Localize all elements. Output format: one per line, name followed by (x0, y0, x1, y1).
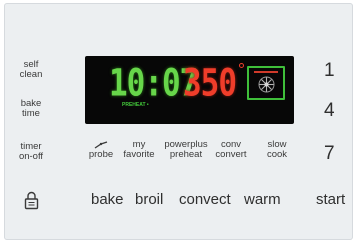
slow-cook-button[interactable]: slow cook (259, 140, 295, 160)
degree-symbol (239, 63, 244, 68)
probe-button[interactable]: probe (84, 150, 118, 160)
broil-button[interactable]: broil (135, 191, 163, 208)
self-clean-label-2: clean (19, 69, 43, 80)
key-7[interactable]: 7 (324, 143, 335, 165)
my-favorite-button[interactable]: my favorite (119, 140, 159, 160)
oven-display: 10:07 350 PREHEAT • (85, 56, 294, 124)
convect-button[interactable]: convect (179, 191, 231, 208)
slow-cook-label-2: cook (266, 149, 288, 160)
key-1[interactable]: 1 (324, 60, 335, 82)
conv-convert-label-2: convert (215, 149, 247, 160)
bake-time-button[interactable]: bake time (15, 99, 47, 119)
timer-on-off-button[interactable]: timer on-off (13, 142, 49, 162)
temperature-readout: 350 (183, 62, 237, 106)
key-4[interactable]: 4 (324, 100, 335, 122)
convection-fan-indicator (247, 66, 285, 100)
conv-convert-button[interactable]: conv convert (211, 140, 251, 160)
bake-time-label-2: time (22, 108, 40, 119)
self-clean-button[interactable]: self clean (15, 60, 47, 80)
powerplus-preheat-button[interactable]: powerplus preheat (162, 140, 210, 160)
powerplus-label-2: preheat (169, 149, 203, 160)
start-button[interactable]: start (316, 191, 345, 208)
timer-label-2: on-off (18, 151, 44, 162)
convection-fan-icon (258, 76, 275, 93)
oven-control-panel: self clean bake time timer on-off 10:07 … (4, 3, 353, 240)
warm-button[interactable]: warm (244, 191, 281, 208)
lock-icon[interactable] (24, 190, 39, 210)
heating-element-indicator (254, 71, 278, 73)
bake-button[interactable]: bake (91, 191, 124, 208)
probe-icon (94, 141, 108, 149)
my-favorite-label-2: favorite (123, 149, 155, 160)
probe-label: probe (88, 149, 114, 160)
preheat-indicator: PREHEAT • (122, 102, 149, 108)
